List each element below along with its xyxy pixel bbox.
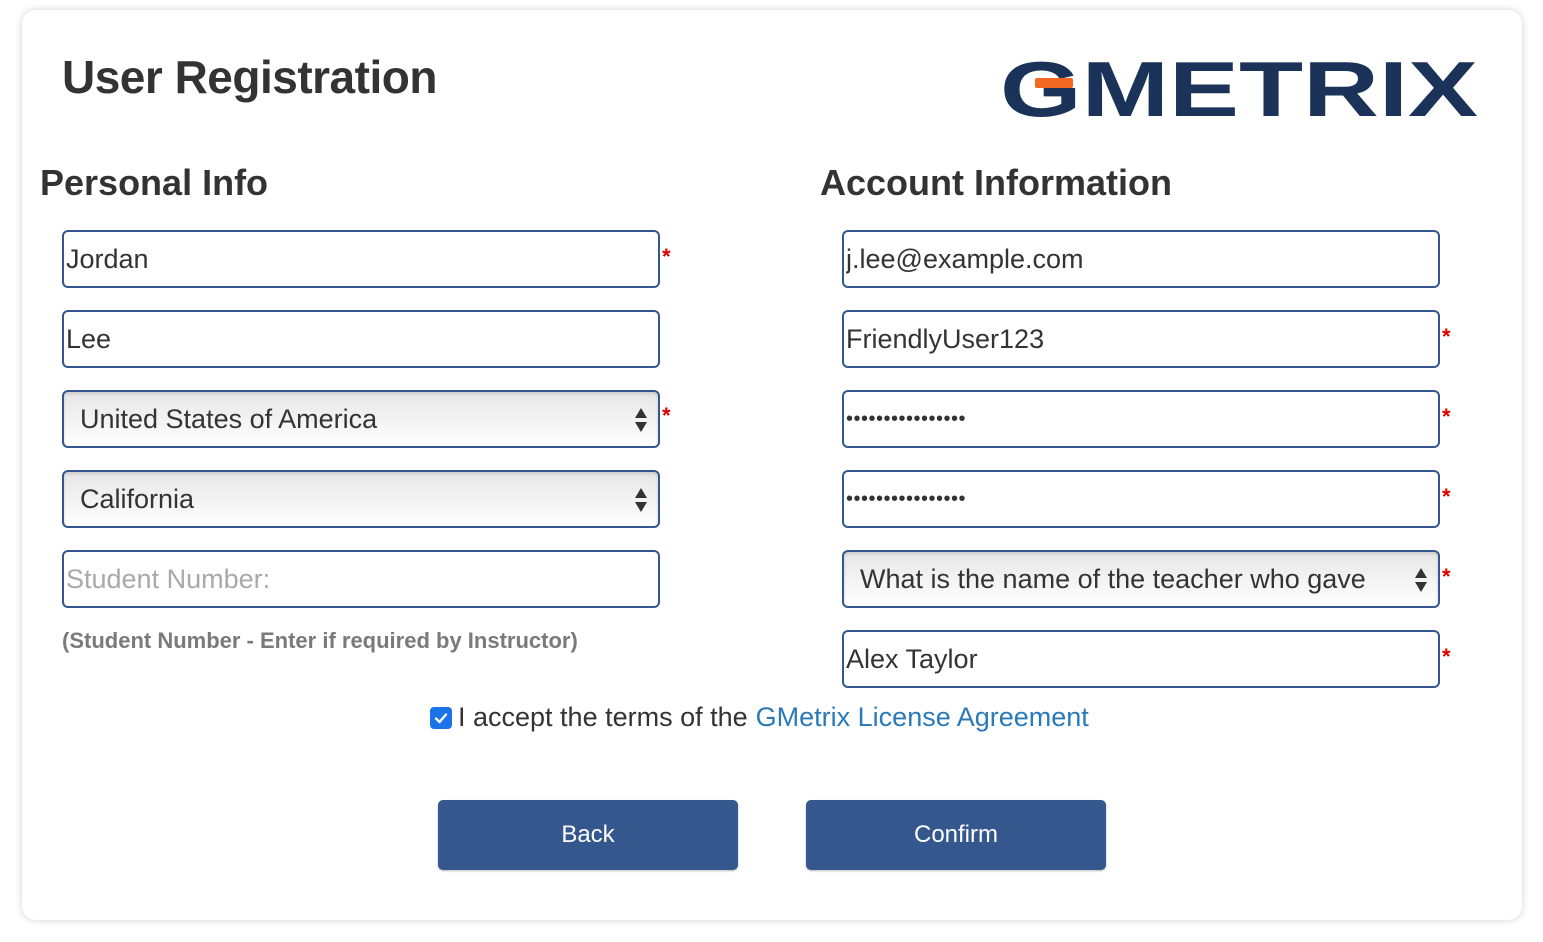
required-marker: * bbox=[1442, 484, 1451, 509]
student-number-input[interactable] bbox=[64, 552, 658, 606]
first-name-field[interactable] bbox=[62, 230, 660, 288]
required-marker: * bbox=[1442, 564, 1451, 589]
password-field[interactable] bbox=[842, 390, 1440, 448]
student-number-hint: (Student Number - Enter if required by I… bbox=[62, 628, 578, 653]
select-arrows-icon bbox=[1415, 568, 1427, 592]
email-field[interactable] bbox=[842, 230, 1440, 288]
password-input[interactable] bbox=[844, 392, 1438, 446]
country-select[interactable]: United States of America bbox=[62, 390, 660, 448]
username-input[interactable] bbox=[844, 312, 1438, 366]
gmetrix-logo: GMETRIX bbox=[1000, 45, 1480, 133]
student-number-field[interactable] bbox=[62, 550, 660, 608]
required-marker: * bbox=[662, 244, 671, 269]
account-info-heading: Account Information bbox=[820, 162, 1172, 203]
state-select[interactable]: California bbox=[62, 470, 660, 528]
security-answer-input[interactable] bbox=[844, 632, 1438, 686]
required-marker: * bbox=[1442, 404, 1451, 429]
country-selected-value: United States of America bbox=[80, 404, 378, 434]
security-question-select[interactable]: What is the name of the teacher who gave bbox=[842, 550, 1440, 608]
last-name-input[interactable] bbox=[64, 312, 658, 366]
back-button[interactable]: Back bbox=[438, 800, 738, 870]
required-marker: * bbox=[1442, 324, 1451, 349]
terms-checkbox[interactable] bbox=[430, 706, 452, 729]
required-marker: * bbox=[1442, 644, 1451, 669]
page-title: User Registration bbox=[62, 51, 437, 103]
username-field[interactable] bbox=[842, 310, 1440, 368]
select-arrows-icon bbox=[635, 408, 647, 432]
security-question-selected-value: What is the name of the teacher who gave bbox=[860, 564, 1366, 594]
terms-text: I accept the terms of the bbox=[458, 702, 748, 732]
security-answer-field[interactable] bbox=[842, 630, 1440, 688]
registration-card: User Registration GMETRIX Personal Info … bbox=[22, 10, 1522, 920]
personal-info-heading: Personal Info bbox=[40, 162, 269, 203]
confirm-button[interactable]: Confirm bbox=[806, 800, 1106, 870]
required-marker: * bbox=[662, 403, 671, 428]
last-name-field[interactable] bbox=[62, 310, 660, 368]
license-agreement-link[interactable]: GMetrix License Agreement bbox=[756, 702, 1089, 733]
state-selected-value: California bbox=[80, 484, 195, 514]
confirm-password-field[interactable] bbox=[842, 470, 1440, 528]
first-name-input[interactable] bbox=[64, 232, 658, 286]
terms-row: I accept the terms of the GMetrix Licens… bbox=[430, 702, 1089, 733]
email-input[interactable] bbox=[844, 232, 1438, 286]
confirm-password-input[interactable] bbox=[844, 472, 1438, 526]
select-arrows-icon bbox=[635, 488, 647, 512]
checkmark-icon bbox=[434, 712, 448, 723]
